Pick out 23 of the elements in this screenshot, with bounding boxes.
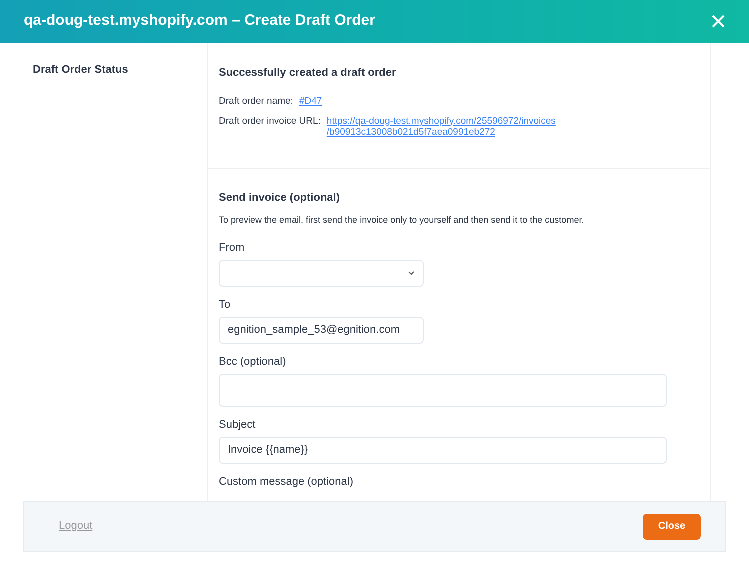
field-label: Subject	[219, 418, 257, 432]
link[interactable]: /b90913c13008b021d5f7aea0991eb272	[326, 126, 556, 138]
from-select[interactable]	[219, 260, 424, 286]
field-label: Custom message (optional)	[219, 474, 355, 488]
section-heading: Send invoice (optional)	[219, 190, 342, 206]
field-label: To	[219, 298, 232, 312]
field-label: Bcc (optional)	[219, 354, 288, 368]
link[interactable]: https://qa-doug-test.myshopify.com/25596972/invoices	[326, 116, 556, 126]
info-label: Draft order invoice URL:	[219, 116, 321, 128]
input-field[interactable]: egnition_sample_53@egnition.com	[219, 316, 424, 344]
window-title: qa-doug-test.myshopify.com – Create Draft Order	[24, 11, 376, 32]
close-button[interactable]: Close	[643, 514, 701, 540]
info-label: Draft order name:	[219, 96, 294, 106]
chevron-down-icon	[408, 270, 415, 276]
section-label: Draft Order Status	[33, 64, 128, 76]
field-label: From	[219, 240, 246, 254]
link[interactable]: #D47	[299, 96, 322, 106]
status-heading: Successfully created a draft order	[219, 66, 398, 81]
input-field[interactable]	[219, 374, 667, 406]
input-field[interactable]: Invoice {{name}}	[219, 436, 667, 464]
description-text: To preview the email, first send the invoice only to yourself and then send it to the customer.	[219, 214, 586, 227]
logout-link[interactable]: Logout	[59, 518, 93, 535]
close-icon[interactable]	[712, 15, 725, 28]
